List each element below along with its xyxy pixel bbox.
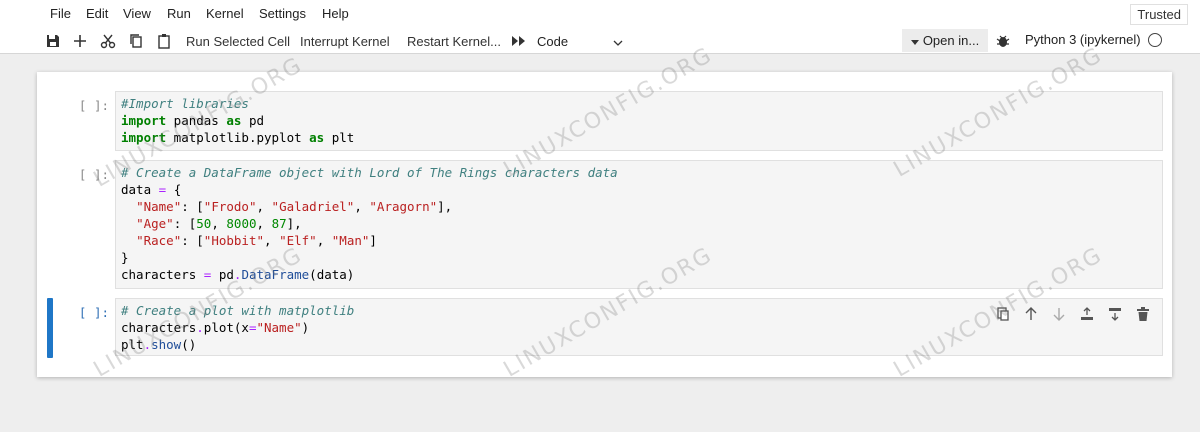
- debug-icon[interactable]: [994, 32, 1012, 50]
- code-line: "Name": ["Frodo", "Galadriel", "Aragorn"…: [136, 199, 453, 214]
- code-line: import matplotlib.pyplot as plt: [121, 130, 355, 145]
- code-line: plt.show(): [121, 337, 197, 352]
- restart-kernel-button[interactable]: Restart Kernel...: [407, 32, 501, 50]
- code-line: characters = pd.DataFrame(data): [121, 267, 355, 282]
- copy-icon[interactable]: [127, 32, 145, 50]
- menu-settings[interactable]: Settings: [259, 6, 306, 21]
- cell-type-value: Code: [537, 33, 569, 49]
- run-all-icon[interactable]: [511, 32, 527, 50]
- code-line: "Age": [50, 8000, 87],: [136, 216, 302, 231]
- add-icon[interactable]: [71, 32, 89, 50]
- code-editor[interactable]: # Create a DataFrame object with Lord of…: [115, 160, 1163, 289]
- code-editor[interactable]: # Create a plot with matplotlib characte…: [115, 298, 1163, 356]
- menu-help[interactable]: Help: [322, 6, 349, 21]
- menu-file[interactable]: File: [50, 6, 71, 21]
- insert-above-icon[interactable]: [1078, 305, 1096, 323]
- menu-edit[interactable]: Edit: [86, 6, 108, 21]
- trusted-indicator[interactable]: Trusted: [1130, 4, 1188, 25]
- code-line: #Import libraries: [121, 96, 249, 111]
- caret-down-icon: [910, 33, 919, 48]
- code-line: "Race": ["Hobbit", "Elf", "Man"]: [136, 233, 377, 248]
- run-selected-cell-button[interactable]: Run Selected Cell: [186, 32, 290, 50]
- chevron-down-icon: [613, 34, 623, 49]
- kernel-status-icon: [1148, 33, 1162, 47]
- code-line: import pandas as pd: [121, 113, 265, 128]
- cell-prompt: [ ]:: [78, 98, 109, 113]
- menu-bar: File Edit View Run Kernel Settings Help …: [0, 0, 1200, 28]
- menu-kernel[interactable]: Kernel: [206, 6, 244, 21]
- code-line: }: [121, 250, 129, 265]
- cut-icon[interactable]: [99, 32, 117, 50]
- cell-toolbar: [994, 305, 1152, 323]
- code-line: # Create a DataFrame object with Lord of…: [121, 165, 618, 180]
- delete-icon[interactable]: [1134, 305, 1152, 323]
- save-icon[interactable]: [44, 32, 62, 50]
- code-editor[interactable]: #Import libraries import pandas as pd im…: [115, 91, 1163, 151]
- open-in-button[interactable]: Open in...: [902, 29, 988, 52]
- menu-view[interactable]: View: [123, 6, 151, 21]
- paste-icon[interactable]: [155, 32, 173, 50]
- code-line: data = {: [121, 182, 182, 197]
- menu-run[interactable]: Run: [167, 6, 191, 21]
- move-down-icon[interactable]: [1050, 305, 1068, 323]
- open-in-label: Open in...: [922, 33, 980, 48]
- code-cell[interactable]: [ ]: # Create a DataFrame object with Lo…: [37, 160, 1172, 289]
- notebook-toolbar: Run Selected Cell Interrupt Kernel Resta…: [0, 28, 1200, 54]
- kernel-name[interactable]: Python 3 (ipykernel): [1025, 32, 1141, 47]
- code-cell-active[interactable]: [ ]: # Create a plot with matplotlib cha…: [37, 298, 1172, 358]
- move-up-icon[interactable]: [1022, 305, 1040, 323]
- interrupt-kernel-button[interactable]: Interrupt Kernel: [300, 32, 390, 50]
- notebook-panel: [ ]: #Import libraries import pandas as …: [37, 72, 1172, 377]
- insert-below-icon[interactable]: [1106, 305, 1124, 323]
- code-cell[interactable]: [ ]: #Import libraries import pandas as …: [37, 91, 1172, 151]
- cell-prompt: [ ]:: [78, 305, 109, 320]
- cell-type-dropdown[interactable]: Code: [537, 32, 623, 50]
- duplicate-icon[interactable]: [994, 305, 1012, 323]
- cell-prompt: [ ]:: [78, 167, 109, 182]
